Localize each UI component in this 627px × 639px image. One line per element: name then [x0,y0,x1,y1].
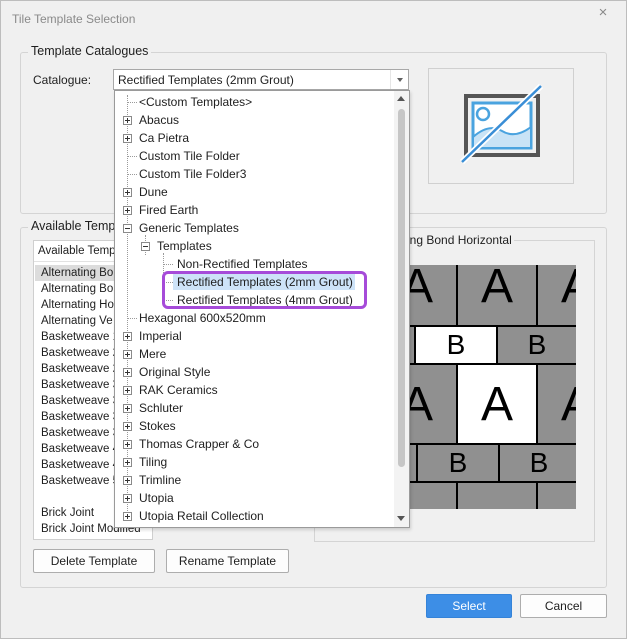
tree-connector [128,174,137,175]
expand-icon[interactable] [123,116,132,125]
tree-connector [128,102,137,103]
expand-icon[interactable] [123,512,132,521]
chevron-down-icon[interactable] [390,70,408,89]
tile-a: A [456,265,538,327]
expand-icon[interactable] [123,134,132,143]
catalogue-label: Catalogue: [33,73,92,87]
tile-letter: A [410,377,433,431]
tree-connector [128,156,137,157]
scroll-thumb[interactable] [398,109,405,467]
catalogue-combobox-value: Rectified Templates (2mm Grout) [118,73,294,87]
tree-item[interactable]: Trimline [139,471,181,489]
cancel-button[interactable]: Cancel [520,594,607,618]
tile-a: A [536,363,576,445]
tile-a [456,481,538,509]
tree-item[interactable]: Schluter [139,399,183,417]
tree-item[interactable]: Templates [157,237,212,255]
delete-template-button[interactable]: Delete Template [33,549,155,573]
tile-letter: A [410,265,433,313]
tile-pattern-preview: A A A B B B A A A B B B [410,265,576,509]
tree-item[interactable]: Stokes [139,417,176,435]
tile-a [536,481,576,509]
select-button[interactable]: Select [426,594,512,618]
catalogue-combobox[interactable]: Rectified Templates (2mm Grout) [113,69,409,90]
expand-icon[interactable] [123,458,132,467]
expand-icon[interactable] [123,494,132,503]
tree-item[interactable]: Dune [139,183,168,201]
tile-letter: A [561,377,576,432]
expand-icon[interactable] [123,188,132,197]
tree-item[interactable]: RAK Ceramics [139,381,218,399]
tree-connector [128,318,137,319]
expand-icon[interactable] [123,404,132,413]
dropdown-scrollbar[interactable] [394,91,409,527]
catalogue-image-frame [428,68,574,184]
tile-letter: A [480,377,513,431]
preview-title: ating Bond Horizontal [395,233,514,247]
template-list-header-label: Available Temp [38,245,116,257]
available-group-title: Available Templ [28,219,122,233]
tile-letter: A [561,265,576,314]
tile-letter: B [448,447,468,478]
collapse-icon[interactable] [141,242,150,251]
expand-icon[interactable] [123,206,132,215]
collapse-icon[interactable] [123,224,132,233]
tree-item[interactable]: <Custom Templates> [139,93,252,111]
window-title: Tile Template Selection [12,12,136,26]
scroll-up-icon[interactable] [397,96,405,101]
tile-b: B [414,325,498,365]
expand-icon[interactable] [123,440,132,449]
tile-letter: A [480,265,513,313]
expand-icon[interactable] [123,386,132,395]
tree-item[interactable]: Fired Earth [139,201,198,219]
expand-icon[interactable] [123,422,132,431]
tile-letter: B [527,329,547,360]
close-icon[interactable]: × [595,5,611,21]
tile-a: A [456,363,538,445]
catalogue-dropdown[interactable]: <Custom Templates> Abacus Ca Pietra Cust… [114,90,410,528]
no-image-icon [459,83,544,165]
tile-a: A [536,265,576,327]
tree-item[interactable]: Ca Pietra [139,129,189,147]
tree-connector [127,95,128,519]
tile-a: A [410,265,458,327]
scroll-down-icon[interactable] [397,516,405,521]
tree-item[interactable]: Imperial [139,327,182,345]
tree-item[interactable]: Utopia [139,489,174,507]
expand-icon[interactable] [123,332,132,341]
annotation-highlight-ring [162,271,367,309]
tree-item[interactable]: Utopia Retail Collection [139,507,264,525]
tree-item[interactable]: Thomas Crapper & Co [139,435,259,453]
tile-letter: B [446,329,466,360]
rename-template-button[interactable]: Rename Template [166,549,289,573]
tile-letter: B [529,447,549,478]
tile-b: B [410,443,418,483]
tree-item[interactable]: Generic Templates [139,219,239,237]
expand-icon[interactable] [123,350,132,359]
tile-a [410,481,458,509]
tile-b: B [498,443,576,483]
tree-item[interactable]: Custom Tile Folder [139,147,240,165]
expand-icon[interactable] [123,368,132,377]
tree-connector [164,264,173,265]
tile-b: B [416,443,500,483]
tree-item[interactable]: Mere [139,345,166,363]
expand-icon[interactable] [123,476,132,485]
catalogues-group-title: Template Catalogues [28,44,152,58]
tree-item[interactable]: Abacus [139,111,179,129]
tree-item[interactable]: Hexagonal 600x520mm [139,309,266,327]
tile-b: B [496,325,576,365]
tree-item[interactable]: Original Style [139,363,210,381]
tree-item[interactable]: Custom Tile Folder3 [139,165,246,183]
tree-item[interactable]: Tiling [139,453,167,471]
tile-a: A [410,363,458,445]
